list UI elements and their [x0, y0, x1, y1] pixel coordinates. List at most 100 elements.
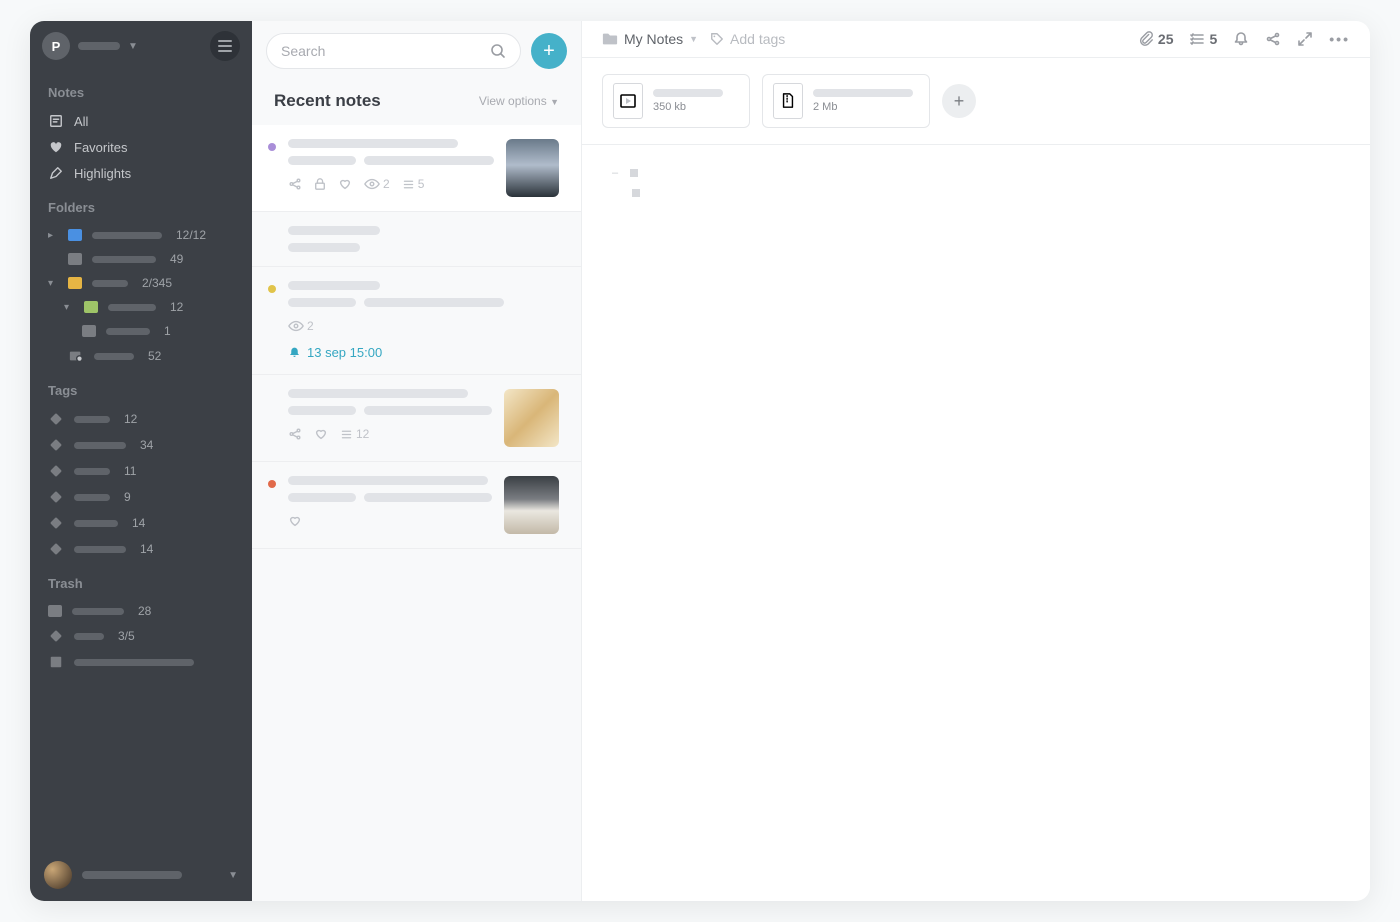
folder-count: 52 [148, 349, 161, 363]
chevron-down-icon: ▼ [689, 34, 698, 44]
editor-bullet-line [612, 189, 1340, 197]
trash-item-folder[interactable]: 28 [30, 599, 252, 623]
shared-folder-item[interactable]: 52 [30, 343, 252, 369]
tag-item[interactable]: 34 [30, 432, 252, 458]
folder-name-placeholder [92, 280, 128, 287]
trash-item-tag[interactable]: 3/5 [30, 623, 252, 649]
checkbox-icon[interactable] [632, 189, 640, 197]
bell-icon [288, 346, 301, 359]
folder-item[interactable]: ▾ 2/345 [30, 271, 252, 295]
tag-count: 14 [140, 542, 153, 556]
note-item[interactable]: 2 5 [252, 125, 581, 212]
chevron-down-icon[interactable]: ▾ [48, 278, 56, 289]
share-icon [288, 177, 302, 191]
tag-item[interactable]: 14 [30, 536, 252, 562]
heart-icon [288, 514, 302, 528]
tag-icon [48, 541, 64, 557]
bell-icon [1233, 31, 1249, 47]
attachments-count: 25 [1158, 31, 1174, 47]
views-count: 2 [288, 319, 314, 333]
sidebar-item-highlights[interactable]: Highlights [30, 160, 252, 186]
expand-button[interactable] [1297, 31, 1313, 47]
expand-icon [1297, 31, 1313, 47]
tag-icon [48, 515, 64, 531]
chevron-right-icon[interactable]: ▸ [48, 230, 56, 241]
tag-item[interactable]: 14 [30, 510, 252, 536]
breadcrumb[interactable]: My Notes ▼ [602, 31, 698, 47]
section-title-notes: Notes [30, 71, 252, 108]
note-item[interactable] [252, 462, 581, 549]
attachment-item-archive[interactable]: 2 Mb [762, 74, 930, 128]
add-attachment-button[interactable]: + [942, 84, 976, 118]
editor-body[interactable]: – [582, 145, 1370, 901]
list-title: Recent notes [274, 91, 381, 111]
todos-button[interactable]: 5 [1189, 31, 1217, 47]
attachment-size: 2 Mb [813, 101, 913, 113]
chevron-down-icon[interactable]: ▼ [128, 41, 138, 52]
tag-item[interactable]: 9 [30, 484, 252, 510]
tag-count: 12 [124, 412, 137, 426]
search-input[interactable] [281, 43, 482, 59]
menu-icon [218, 40, 232, 52]
tag-item[interactable]: 12 [30, 406, 252, 432]
folder-name-placeholder [108, 304, 156, 311]
note-item[interactable] [252, 212, 581, 267]
todos-count: 5 [402, 177, 425, 191]
sidebar-label: All [74, 114, 88, 129]
note-meta: 2 5 [288, 177, 494, 191]
sidebar-item-all[interactable]: All [30, 108, 252, 134]
folder-item-grandchild[interactable]: 1 [30, 319, 252, 343]
more-button[interactable]: ••• [1329, 31, 1350, 47]
search-row: + [252, 21, 581, 81]
hamburger-menu-button[interactable] [210, 31, 240, 61]
share-button[interactable] [1265, 31, 1281, 47]
folder-count: 2/345 [142, 276, 172, 290]
tag-item[interactable]: 11 [30, 458, 252, 484]
note-icon [48, 654, 64, 670]
search-icon[interactable] [490, 43, 506, 59]
tag-name-placeholder [74, 494, 110, 501]
folder-item[interactable]: ▸ 12/12 [30, 223, 252, 247]
sidebar-item-favorites[interactable]: Favorites [30, 134, 252, 160]
tag-count: 14 [132, 516, 145, 530]
search-box[interactable] [266, 33, 521, 69]
chevron-down-icon[interactable]: ▾ [64, 302, 72, 313]
checkbox-icon[interactable] [630, 169, 638, 177]
note-content: 12 [288, 389, 492, 447]
tag-icon [710, 32, 724, 46]
note-item[interactable]: 2 13 sep 15:00 [252, 267, 581, 375]
notes-list-panel: + Recent notes View options ▼ 2 5 [252, 21, 582, 901]
user-avatar[interactable]: P [42, 32, 70, 60]
view-options-dropdown[interactable]: View options ▼ [479, 94, 559, 108]
folder-icon [602, 32, 618, 46]
shared-folder-icon [68, 348, 84, 364]
trash-name-placeholder [74, 633, 104, 640]
sidebar-label: Favorites [74, 140, 127, 155]
trash-name-placeholder [72, 608, 124, 615]
folder-icon [68, 253, 82, 265]
note-icon [48, 113, 64, 129]
folder-item-child[interactable]: ▾ 12 [30, 295, 252, 319]
attachment-name-placeholder [653, 89, 723, 97]
tag-name-placeholder [74, 416, 110, 423]
folder-item[interactable]: 49 [30, 247, 252, 271]
folder-count: 12 [170, 300, 183, 314]
add-tags-button[interactable]: Add tags [710, 31, 785, 47]
tag-count: 9 [124, 490, 131, 504]
chevron-down-icon[interactable]: ▼ [228, 870, 238, 881]
trash-item-note[interactable] [30, 649, 252, 675]
checklist-icon [1189, 31, 1205, 47]
new-note-button[interactable]: + [531, 33, 567, 69]
note-item[interactable]: 12 [252, 375, 581, 462]
video-file-icon [613, 83, 643, 119]
note-content [288, 226, 559, 252]
plus-icon: + [543, 40, 555, 63]
breadcrumb-label: My Notes [624, 31, 683, 47]
trash-count: 28 [138, 604, 151, 618]
note-content [288, 476, 492, 534]
bullet-dash: – [612, 167, 618, 179]
attachments-button[interactable]: 25 [1138, 31, 1174, 47]
attachment-item-video[interactable]: 350 kb [602, 74, 750, 128]
sidebar-footer[interactable]: ▼ [30, 849, 252, 901]
notifications-button[interactable] [1233, 31, 1249, 47]
